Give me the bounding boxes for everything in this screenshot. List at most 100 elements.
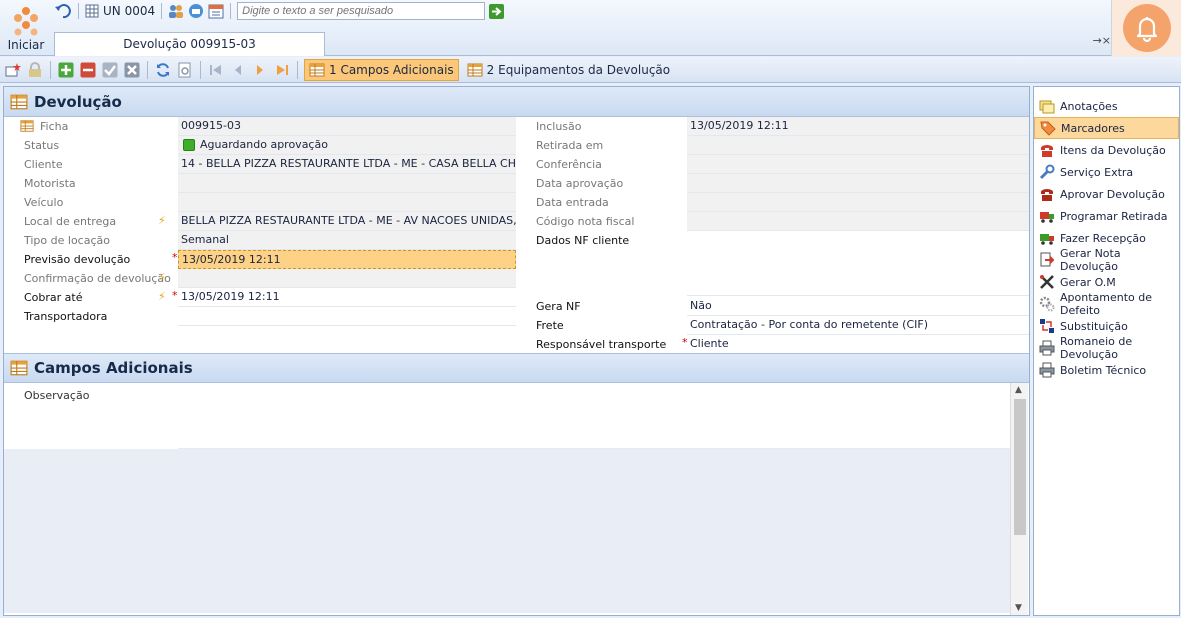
action-label: Apontamento de Defeito xyxy=(1060,291,1153,317)
field-value[interactable] xyxy=(178,174,516,193)
field-value[interactable]: Cliente xyxy=(687,335,1029,354)
tab-campos-adicionais[interactable]: 1 Campos Adicionais xyxy=(304,58,459,81)
field-value[interactable] xyxy=(178,269,516,288)
lightning-icon[interactable]: ⚡ xyxy=(158,214,166,227)
notifications-button[interactable] xyxy=(1111,0,1181,56)
field-retirada-em: Retirada em xyxy=(516,136,1029,155)
field-value[interactable] xyxy=(178,307,516,326)
previous-icon xyxy=(235,64,241,75)
field-value[interactable] xyxy=(687,136,1029,155)
undo-icon[interactable] xyxy=(54,2,72,20)
tab-equipamentos[interactable]: 2 Equipamentos da Devolução xyxy=(463,59,674,81)
action-label: Gerar O.M xyxy=(1060,275,1116,289)
minus-icon xyxy=(80,62,96,77)
field-value[interactable]: 009915-03 xyxy=(178,117,516,136)
lightning-icon[interactable]: ⚡ xyxy=(158,271,166,284)
unit-selector[interactable]: UN 0004 xyxy=(85,4,155,18)
remove-button[interactable] xyxy=(79,61,97,79)
scroll-up-icon[interactable]: ▲ xyxy=(1015,385,1022,395)
next-record-button[interactable] xyxy=(251,61,269,79)
action-gerar-om[interactable]: Gerar O.M xyxy=(1034,271,1179,293)
action-gerar-nota-devolucao[interactable]: Gerar Nota Devolução xyxy=(1034,247,1179,273)
action-servico-extra[interactable]: Serviço Extra xyxy=(1034,161,1179,183)
devolucao-title: Devolução xyxy=(34,92,122,111)
field-value[interactable]: Semanal xyxy=(178,231,516,250)
refresh-button[interactable] xyxy=(154,61,172,79)
notes-icon xyxy=(1039,100,1055,114)
action-toolbar: 1 Campos Adicionais 2 Equipamentos da De… xyxy=(0,57,1181,83)
field-value[interactable]: Aguardando aprovação xyxy=(178,136,516,155)
phone-approve-icon xyxy=(1041,189,1053,201)
table-icon xyxy=(467,63,483,76)
field-value[interactable]: Contratação - Por conta do remetente (CI… xyxy=(687,316,1029,335)
phone-items-icon xyxy=(1041,145,1053,157)
field-value[interactable]: 13/05/2019 12:11 xyxy=(178,288,516,307)
action-label: Gerar Nota Devolução xyxy=(1060,247,1121,273)
start-button[interactable]: Iniciar xyxy=(0,0,52,56)
action-substituicao[interactable]: Substituição xyxy=(1034,315,1179,337)
action-apontamento-defeito[interactable]: Apontamento de Defeito xyxy=(1034,291,1179,317)
action-romaneio-devolucao[interactable]: Romaneio de Devolução xyxy=(1034,335,1179,361)
lock-button[interactable] xyxy=(26,61,44,79)
vertical-scrollbar[interactable]: ▲ ▼ xyxy=(1010,383,1028,615)
tools-icon xyxy=(1040,275,1054,289)
field-conferencia: Conferência xyxy=(516,155,1029,174)
field-label: Transportadora xyxy=(24,310,108,323)
field-data-entrada: Data entrada xyxy=(516,193,1029,212)
field-label: Data aprovação xyxy=(536,177,624,190)
first-record-button[interactable] xyxy=(207,61,225,79)
new-window-button[interactable] xyxy=(4,61,22,79)
scroll-down-icon[interactable]: ▼ xyxy=(1015,603,1022,613)
observacao-field[interactable] xyxy=(178,385,1010,449)
action-label: Serviço Extra xyxy=(1060,165,1134,179)
tab-close-button[interactable]: →× xyxy=(1093,34,1111,47)
add-button[interactable] xyxy=(57,61,75,79)
truck-receive-icon xyxy=(1040,234,1054,245)
field-label: Veículo xyxy=(24,196,64,209)
printer-icon xyxy=(1039,340,1055,356)
search-input[interactable] xyxy=(237,2,486,20)
cancel-button[interactable] xyxy=(123,61,141,79)
action-aprovar-devolucao[interactable]: Aprovar Devolução xyxy=(1034,183,1179,205)
field-value[interactable] xyxy=(178,193,516,212)
action-itens-devolucao[interactable]: Itens da Devolução xyxy=(1034,139,1179,161)
last-record-button[interactable] xyxy=(273,61,291,79)
lightning-icon[interactable]: ⚡ xyxy=(158,290,166,303)
field-label: Confirmação de devolução xyxy=(24,272,171,285)
plus-icon xyxy=(58,62,74,77)
calendar-icon[interactable] xyxy=(208,3,224,19)
previous-record-button[interactable] xyxy=(229,61,247,79)
document-tab[interactable]: Devolução 009915-03 xyxy=(54,32,325,56)
field-value[interactable]: 13/05/2019 12:11 xyxy=(178,250,516,269)
field-value[interactable]: 13/05/2019 12:11 xyxy=(687,117,1029,136)
window-icon[interactable] xyxy=(188,3,204,19)
action-anotacoes[interactable]: Anotações xyxy=(1034,95,1179,117)
field-frete: Frete Contratação - Por conta do remeten… xyxy=(516,316,1029,335)
action-boletim-tecnico[interactable]: Boletim Técnico xyxy=(1034,359,1179,381)
action-fazer-recepcao[interactable]: Fazer Recepção xyxy=(1034,227,1179,249)
scroll-thumb[interactable] xyxy=(1014,399,1026,535)
preview-button[interactable] xyxy=(176,61,194,79)
field-value[interactable] xyxy=(687,231,1029,296)
separator xyxy=(230,3,232,19)
x-icon xyxy=(124,62,140,77)
field-data-aprovacao: Data aprovação xyxy=(516,174,1029,193)
action-label: Programar Retirada xyxy=(1060,209,1168,223)
field-previsao-devolucao: Previsão devolução * 13/05/2019 12:11 xyxy=(4,250,516,269)
action-label: Aprovar Devolução xyxy=(1060,187,1165,201)
action-programar-retirada[interactable]: Programar Retirada xyxy=(1034,205,1179,227)
action-marcadores[interactable]: Marcadores xyxy=(1034,117,1179,139)
confirm-button[interactable] xyxy=(101,61,119,79)
field-value[interactable]: BELLA PIZZA RESTAURANTE LTDA - ME - AV N… xyxy=(178,212,516,231)
search-go-button[interactable] xyxy=(489,3,505,19)
field-value[interactable] xyxy=(687,174,1029,193)
field-value[interactable] xyxy=(687,193,1029,212)
table-icon xyxy=(10,94,28,109)
field-value[interactable]: 14 - BELLA PIZZA RESTAURANTE LTDA - ME -… xyxy=(178,155,516,174)
required-marker: * xyxy=(172,289,178,302)
devolucao-section-header: Devolução xyxy=(4,87,1029,117)
field-value[interactable] xyxy=(687,155,1029,174)
field-value[interactable]: Não xyxy=(687,297,1029,316)
field-value[interactable] xyxy=(687,212,1029,231)
users-icon[interactable] xyxy=(168,3,184,19)
